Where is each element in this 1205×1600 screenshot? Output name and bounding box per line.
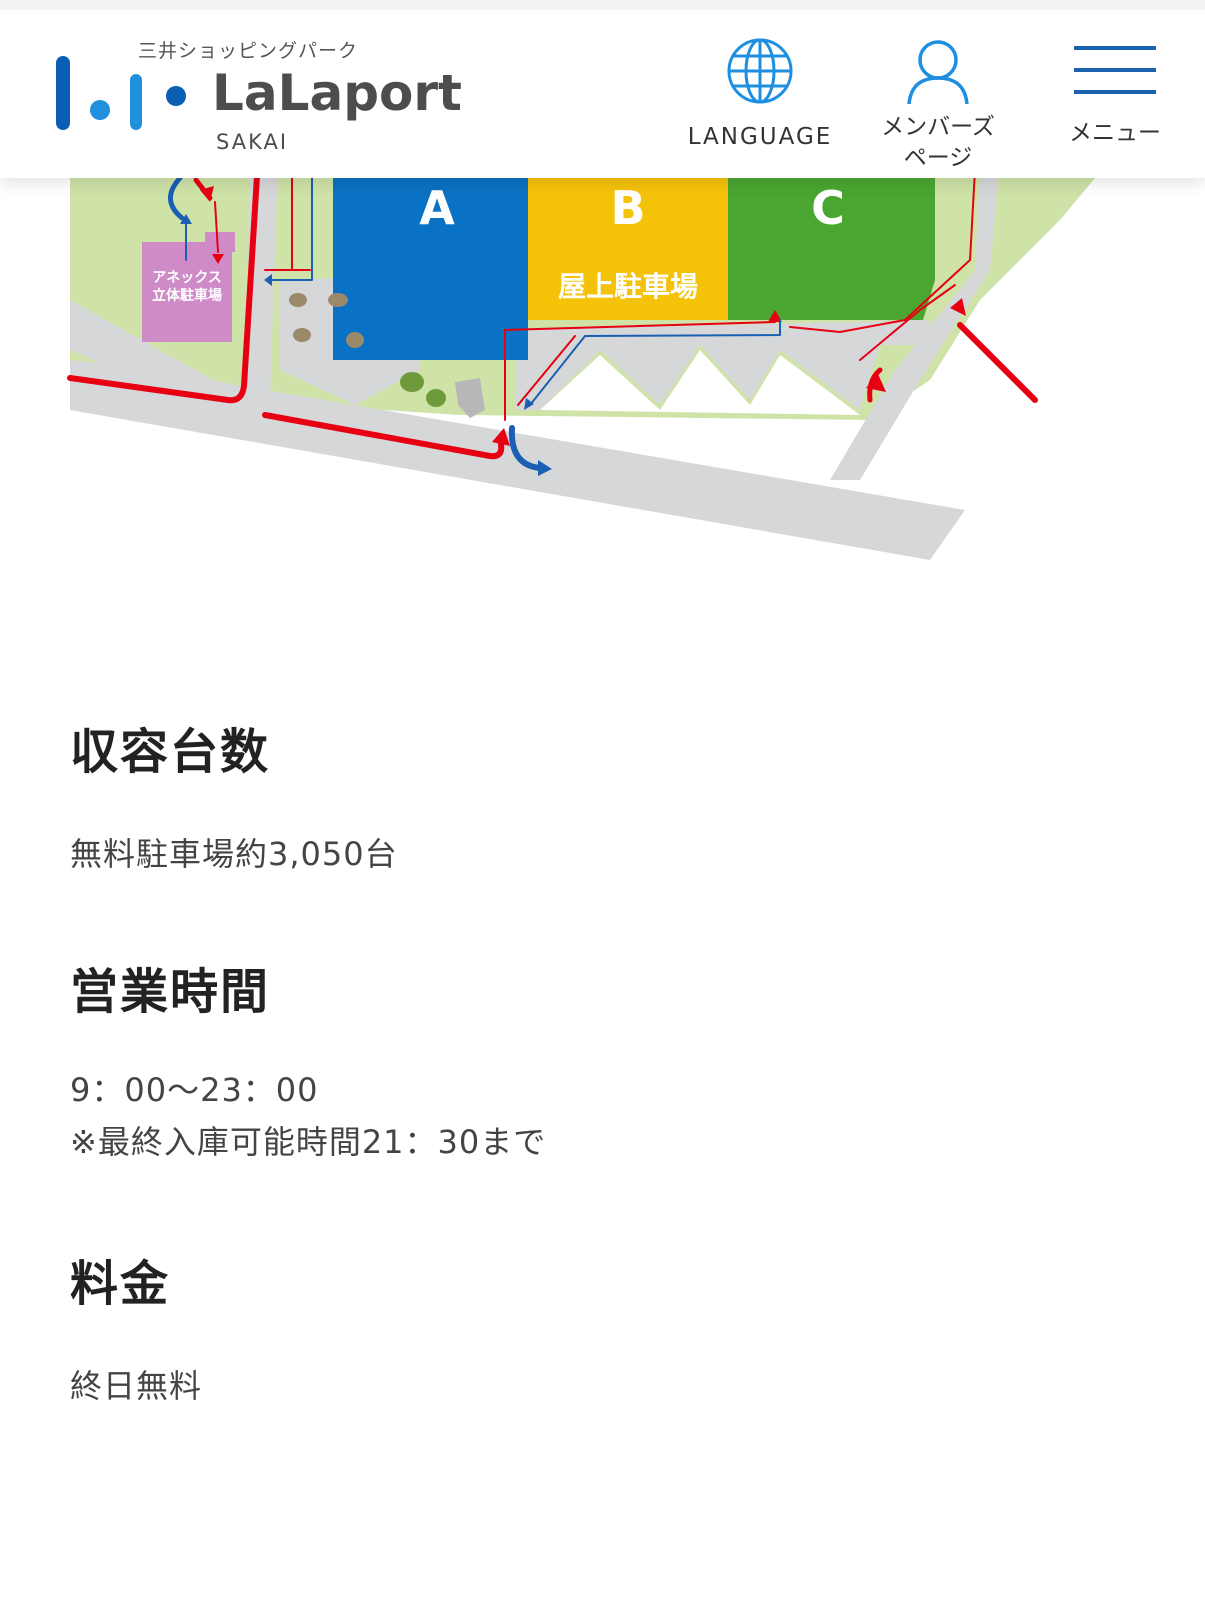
site-header: 三井ショッピングパーク LaLaport SAKAI LANGUAGE メンバー… bbox=[0, 0, 1205, 178]
block-a-label: A bbox=[419, 181, 455, 235]
fee-heading: 料金 bbox=[70, 1256, 171, 1312]
annex-label-line2: 立体駐車場 bbox=[152, 287, 222, 304]
menu-label: メニュー bbox=[1069, 120, 1161, 146]
block-c-label: C bbox=[811, 181, 845, 235]
site-logo[interactable]: 三井ショッピングパーク LaLaport SAKAI bbox=[52, 30, 472, 160]
menu-button[interactable]: メニュー bbox=[1050, 36, 1180, 147]
globe-icon bbox=[727, 38, 793, 104]
capacity-text: 無料駐車場約3,050台 bbox=[70, 835, 398, 873]
person-icon bbox=[907, 40, 969, 105]
rooftop-parking-label: 屋上駐車場 bbox=[558, 270, 698, 303]
capacity-section: 収容台数 無料駐車場約3,050台 bbox=[70, 712, 398, 880]
block-b-label: B bbox=[610, 181, 645, 235]
hours-heading: 営業時間 bbox=[70, 964, 271, 1020]
parking-access-map: A B C 屋上駐車場 アネックス 立体駐車場 bbox=[67, 160, 1110, 560]
logo-name: LaLaport bbox=[212, 64, 462, 122]
lalaport-logo-mark bbox=[56, 56, 186, 130]
annex-label-line1: アネックス bbox=[152, 270, 222, 286]
members-label-line2: ページ bbox=[903, 145, 973, 171]
logo-subtitle: 三井ショッピングパーク bbox=[138, 40, 359, 62]
language-label: LANGUAGE bbox=[687, 124, 833, 150]
hours-section: 営業時間 9：00〜23：00 ※最終入庫可能時間21：30まで bbox=[70, 952, 546, 1168]
hours-line2: ※最終入庫可能時間21：30まで bbox=[70, 1123, 547, 1161]
fee-section: 料金 終日無料 bbox=[70, 1244, 202, 1412]
members-page-button[interactable]: メンバーズ ページ bbox=[858, 36, 1018, 172]
annex-parking-top bbox=[205, 232, 235, 252]
hamburger-icon bbox=[1074, 44, 1156, 98]
hours-line1: 9：00〜23：00 bbox=[70, 1071, 319, 1109]
status-strip bbox=[0, 0, 1205, 10]
language-button[interactable]: LANGUAGE bbox=[680, 36, 840, 151]
fee-text: 終日無料 bbox=[70, 1367, 203, 1405]
hours-text: 9：00〜23：00 ※最終入庫可能時間21：30まで bbox=[70, 1064, 546, 1168]
capacity-heading: 収容台数 bbox=[70, 724, 271, 780]
members-label-line1: メンバーズ bbox=[881, 114, 995, 140]
logo-branch: SAKAI bbox=[216, 130, 289, 154]
